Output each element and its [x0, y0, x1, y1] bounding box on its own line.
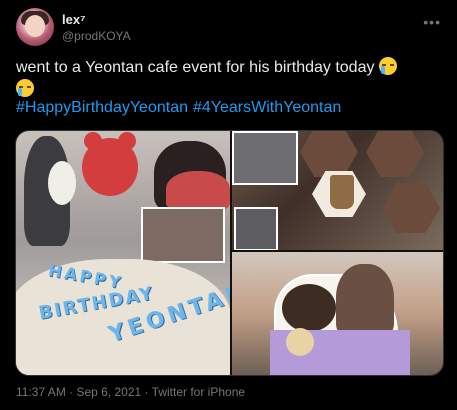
loudly-crying-face-icon: [16, 79, 34, 97]
photo-hexagon-shelf[interactable]: [232, 131, 443, 250]
hashtag-happy-birthday-yeontan[interactable]: #HappyBirthdayYeontan: [16, 99, 188, 116]
username-handle[interactable]: @prodKOYA: [62, 29, 131, 44]
photo-card: [232, 131, 298, 185]
tweet-card: lex⁷ @prodKOYA ••• went to a Yeontan caf…: [0, 0, 457, 410]
tweet-source[interactable]: Twitter for iPhone: [152, 385, 245, 399]
hashtag-list: #HappyBirthdayYeontan #4YearsWithYeontan: [16, 98, 346, 118]
photo-fan-merch[interactable]: [232, 252, 443, 375]
media-grid[interactable]: HAPPY BIRTHDAY YEONTAN: [15, 130, 444, 376]
person-silhouette: [336, 264, 394, 338]
display-name[interactable]: lex⁷: [62, 12, 131, 27]
timestamp-time[interactable]: 11:37 AM: [16, 385, 66, 399]
tear-icon: [380, 66, 385, 74]
separator-dot: ·: [65, 385, 77, 399]
tweet-text: went to a Yeontan cafe event for his bir…: [16, 57, 441, 101]
photo-card: [141, 207, 225, 263]
more-horizontal-icon[interactable]: •••: [423, 14, 441, 30]
photo-card: [234, 207, 278, 250]
loudly-crying-face-icon: [378, 57, 397, 75]
hex-shelf: [300, 131, 358, 177]
timestamp-date[interactable]: Sep 6, 2021: [76, 385, 141, 399]
tear-icon: [18, 88, 22, 96]
dog-silhouette: [282, 284, 336, 332]
cupcake-topper: [286, 328, 314, 356]
bear-plush: [82, 132, 138, 196]
dog-silhouette: [48, 161, 76, 205]
avatar-face: [25, 15, 45, 37]
hashtag-4-years-with-yeontan[interactable]: #4YearsWithYeontan: [193, 99, 341, 116]
tweet-footer: 11:37 AM · Sep 6, 2021 · Twitter for iPh…: [16, 385, 245, 399]
person-silhouette: [166, 171, 230, 211]
tweet-body: went to a Yeontan cafe event for his bir…: [16, 59, 375, 76]
hex-shelf: [366, 131, 424, 177]
separator-dot: ·: [141, 385, 152, 399]
hex-shelf: [382, 183, 440, 233]
user-info[interactable]: lex⁷ @prodKOYA: [62, 12, 131, 44]
avatar[interactable]: [16, 8, 54, 46]
drink-cup: [330, 175, 354, 209]
photo-cake-table[interactable]: HAPPY BIRTHDAY YEONTAN: [16, 131, 230, 375]
